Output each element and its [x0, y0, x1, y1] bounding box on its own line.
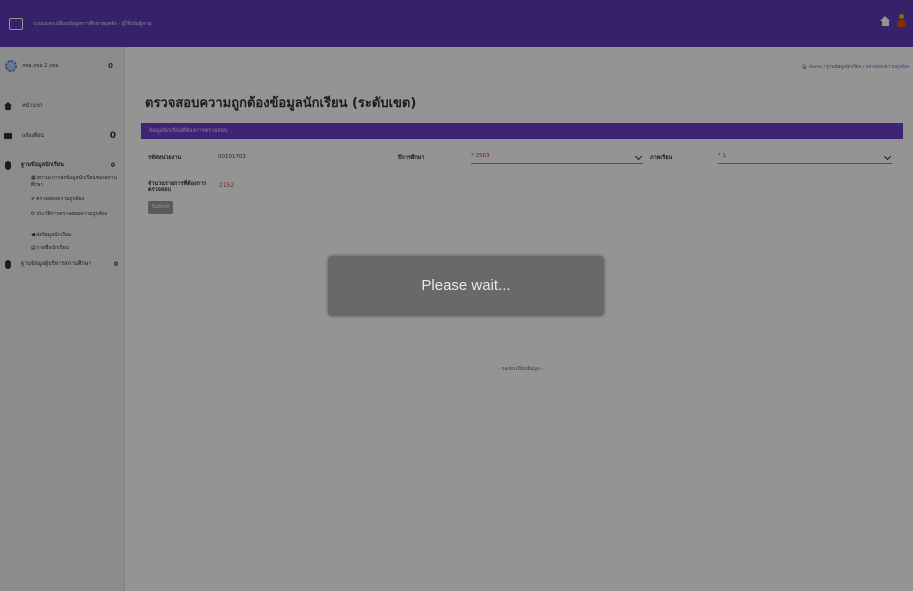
- loading-dialog: Please wait...: [328, 256, 604, 316]
- loading-message: Please wait...: [421, 277, 511, 294]
